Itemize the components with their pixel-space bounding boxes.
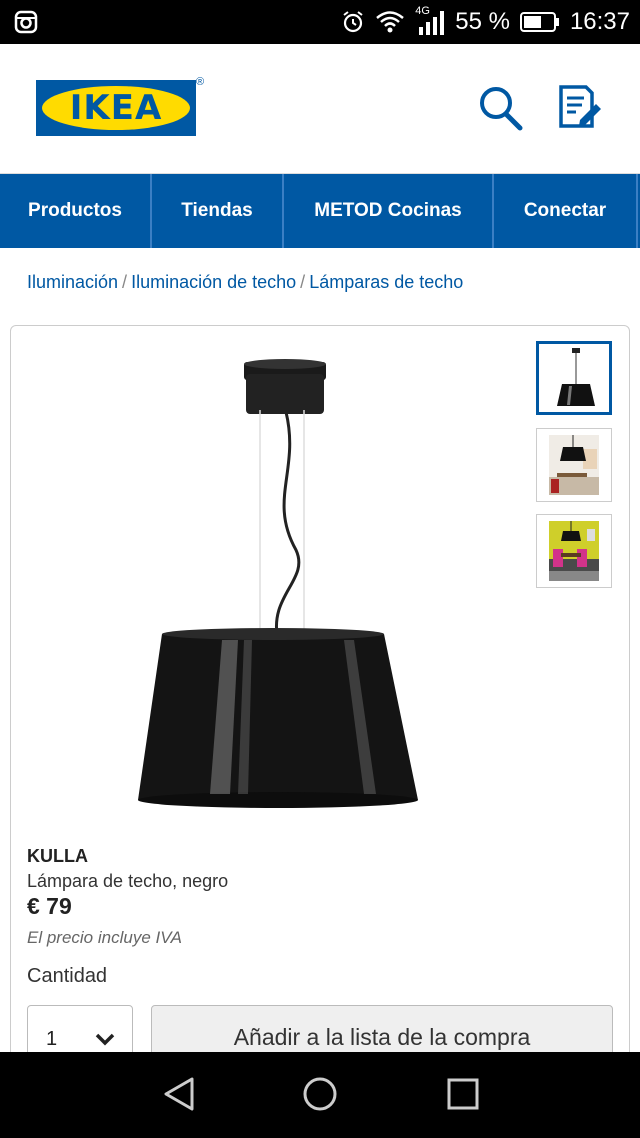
vat-note: El precio incluye IVA bbox=[27, 928, 182, 947]
nav-item-metod-cocinas[interactable]: METOD Cocinas bbox=[284, 174, 494, 248]
alarm-icon bbox=[343, 11, 363, 33]
home-icon[interactable] bbox=[302, 1076, 338, 1112]
site-header: IKEA ® bbox=[0, 44, 640, 174]
battery-percentage: 55 % bbox=[455, 8, 510, 35]
breadcrumb: Iluminación / Iluminación de techo / Lámpara… bbox=[27, 272, 463, 293]
thumbnail-2[interactable] bbox=[536, 428, 612, 502]
breadcrumb-item-iluminacion-de-techo[interactable]: Iluminación de techo bbox=[131, 272, 296, 292]
breadcrumb-separator: / bbox=[300, 272, 306, 292]
thumbnail-3[interactable] bbox=[536, 514, 612, 588]
breadcrumb-item-iluminacion[interactable]: Iluminación bbox=[27, 272, 118, 292]
android-navigation-bar bbox=[0, 1052, 640, 1138]
back-icon[interactable] bbox=[162, 1076, 196, 1112]
clock: 16:37 bbox=[569, 8, 630, 35]
chevron-down-icon bbox=[95, 1033, 115, 1046]
logo-registered-mark: ® bbox=[196, 76, 205, 88]
nav-item-conectar[interactable]: Conectar bbox=[494, 174, 638, 248]
product-price: € 79 bbox=[27, 893, 72, 919]
product-description: Lámpara de techo, negro bbox=[27, 871, 229, 891]
signal-icon: 4G bbox=[415, 5, 445, 37]
quantity-label: Cantidad bbox=[27, 965, 108, 987]
logo-text: IKEA bbox=[69, 88, 163, 128]
main-nav: Productos Tiendas METOD Cocinas Conectar bbox=[0, 174, 640, 248]
product-name: KULLA bbox=[27, 846, 88, 866]
thumbnail-1[interactable] bbox=[536, 341, 612, 415]
quantity-value: 1 bbox=[46, 1028, 58, 1050]
ikea-logo[interactable]: IKEA bbox=[36, 80, 196, 136]
nav-item-productos[interactable]: Productos bbox=[0, 174, 152, 248]
nav-item-tiendas[interactable]: Tiendas bbox=[152, 174, 284, 248]
breadcrumb-item-lamparas-de-techo[interactable]: Lámparas de techo bbox=[309, 272, 463, 292]
breadcrumb-separator: / bbox=[122, 272, 128, 292]
wifi-icon bbox=[376, 11, 405, 33]
recents-icon[interactable] bbox=[446, 1076, 480, 1112]
product-main-image[interactable] bbox=[118, 350, 438, 820]
search-icon[interactable] bbox=[478, 84, 524, 132]
status-bar: 4G 55 % 16:37 bbox=[0, 0, 640, 44]
instagram-icon bbox=[14, 10, 38, 34]
shopping-list-icon[interactable] bbox=[558, 84, 604, 132]
battery-icon bbox=[519, 12, 559, 32]
